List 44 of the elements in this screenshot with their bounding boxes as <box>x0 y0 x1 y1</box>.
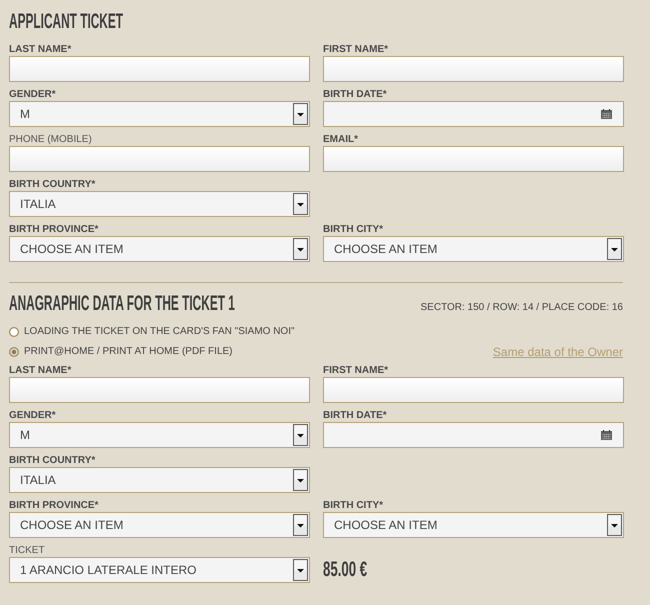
field-label: PHONE (MOBILE) <box>9 134 92 146</box>
field-label: GENDER* <box>9 89 56 101</box>
input-field[interactable] <box>323 56 624 82</box>
dropdown[interactable]: ITALIA <box>9 191 310 217</box>
field-label: LAST NAME* <box>9 44 72 56</box>
field-label: BIRTH PROVINCE* <box>9 224 98 236</box>
radio-button[interactable] <box>9 327 19 337</box>
date-field[interactable] <box>323 422 624 448</box>
field-label: BIRTH COUNTRY* <box>9 179 96 191</box>
field-label: BIRTH DATE* <box>323 89 387 101</box>
option-label: LOADING THE TICKET ON THE CARD'S FAN "SIAMO NOI" <box>24 325 295 339</box>
section-title: ANAGRAPHIC DATA FOR THE TICKET 1 <box>9 292 235 316</box>
dropdown[interactable]: M <box>9 101 310 127</box>
dropdown[interactable]: 1 ARANCIO LATERALE INTERO <box>9 557 310 583</box>
field-label: EMAIL* <box>323 134 358 146</box>
section-title: APPLICANT TICKET <box>9 10 124 34</box>
input-field[interactable] <box>9 377 310 403</box>
field-label: BIRTH DATE* <box>323 410 387 422</box>
input-field[interactable] <box>9 146 310 172</box>
field-label: LAST NAME* <box>9 365 72 377</box>
field-label: BIRTH CITY* <box>323 500 383 512</box>
dropdown[interactable]: CHOOSE AN ITEM <box>9 236 310 262</box>
calendar-icon[interactable] <box>601 430 612 440</box>
field-label: GENDER* <box>9 410 56 422</box>
dropdown[interactable]: CHOOSE AN ITEM <box>323 512 624 538</box>
dropdown[interactable]: M <box>9 422 310 448</box>
dropdown[interactable]: ITALIA <box>9 467 310 493</box>
calendar-icon[interactable] <box>601 109 612 119</box>
field-label: FIRST NAME* <box>323 44 388 56</box>
seat-info: SECTOR: 150 / ROW: 14 / PLACE CODE: 16 <box>420 301 623 315</box>
field-label: BIRTH CITY* <box>323 224 383 236</box>
field-label: FIRST NAME* <box>323 365 388 377</box>
dropdown[interactable]: CHOOSE AN ITEM <box>323 236 624 262</box>
input-field[interactable] <box>9 56 310 82</box>
field-label: BIRTH PROVINCE* <box>9 500 98 512</box>
input-field[interactable] <box>323 146 624 172</box>
field-label: TICKET <box>9 545 45 557</box>
dropdown[interactable]: CHOOSE AN ITEM <box>9 512 310 538</box>
ticket-price: 85.00 € <box>323 558 368 582</box>
date-field[interactable] <box>323 101 624 127</box>
field-label: BIRTH COUNTRY* <box>9 455 96 467</box>
option-label: PRINT@HOME / PRINT AT HOME (PDF FILE) <box>24 345 233 359</box>
radio-button[interactable] <box>9 347 19 357</box>
input-field[interactable] <box>323 377 624 403</box>
